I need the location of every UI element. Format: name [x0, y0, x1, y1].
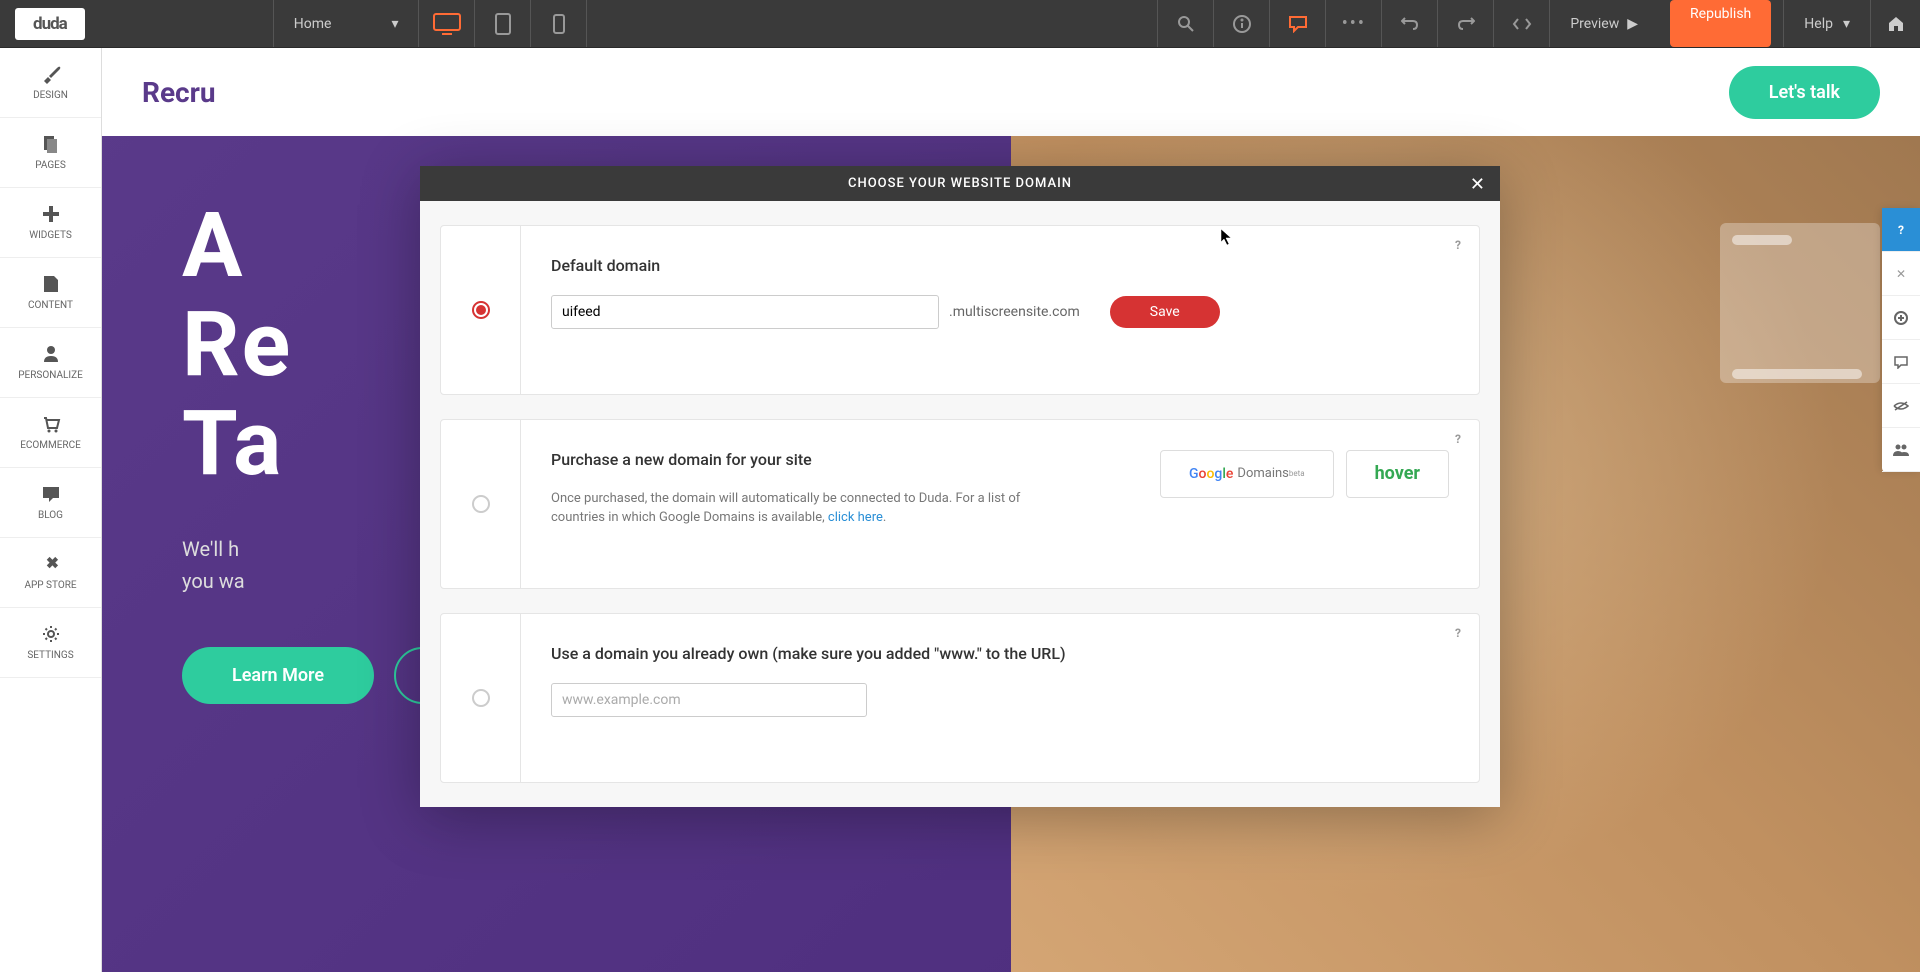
radio-column[interactable] [441, 614, 521, 782]
help-icon[interactable]: ? [1449, 236, 1467, 254]
desc-text: Once purchased, the domain will automati… [551, 491, 1020, 526]
radio-unselected-icon [472, 689, 490, 707]
option2-title: Purchase a new domain for your site [551, 450, 1031, 469]
own-domain-input[interactable] [551, 683, 867, 717]
modal-title: CHOOSE YOUR WEBSITE DOMAIN [848, 176, 1072, 191]
option-purchase-domain: Purchase a new domain for your site Once… [440, 419, 1480, 589]
radio-column[interactable] [441, 420, 521, 588]
modal-body: Default domain .multiscreensite.com Save… [420, 201, 1500, 807]
close-icon[interactable]: ✕ [1470, 174, 1486, 195]
option1-title: Default domain [551, 256, 1449, 275]
domain-modal: CHOOSE YOUR WEBSITE DOMAIN ✕ Default dom… [420, 166, 1500, 807]
beta-label: beta [1289, 469, 1305, 478]
help-icon[interactable]: ? [1449, 430, 1467, 448]
google-logo-icon: Google [1189, 466, 1233, 482]
help-icon[interactable]: ? [1449, 624, 1467, 642]
option3-title: Use a domain you already own (make sure … [551, 644, 1449, 663]
domain-suffix: .multiscreensite.com [949, 304, 1080, 320]
option-default-domain: Default domain .multiscreensite.com Save… [440, 225, 1480, 395]
option2-description: Once purchased, the domain will automati… [551, 489, 1031, 528]
save-button[interactable]: Save [1110, 296, 1220, 328]
desc-end: . [883, 510, 886, 525]
radio-column[interactable] [441, 226, 521, 394]
radio-selected-icon [472, 301, 490, 319]
option-own-domain: Use a domain you already own (make sure … [440, 613, 1480, 783]
modal-header: CHOOSE YOUR WEBSITE DOMAIN ✕ [420, 166, 1500, 201]
google-domains-text: Domains [1237, 466, 1288, 481]
radio-unselected-icon [472, 495, 490, 513]
click-here-link[interactable]: click here [828, 510, 883, 525]
hover-button[interactable]: hover [1346, 450, 1449, 498]
hover-logo: hover [1375, 463, 1420, 484]
default-domain-input[interactable] [551, 295, 939, 329]
google-domains-button[interactable]: Google Domainsbeta [1160, 450, 1334, 498]
provider-logos: Google Domainsbeta hover [1160, 450, 1449, 498]
modal-overlay: CHOOSE YOUR WEBSITE DOMAIN ✕ Default dom… [0, 0, 1920, 972]
